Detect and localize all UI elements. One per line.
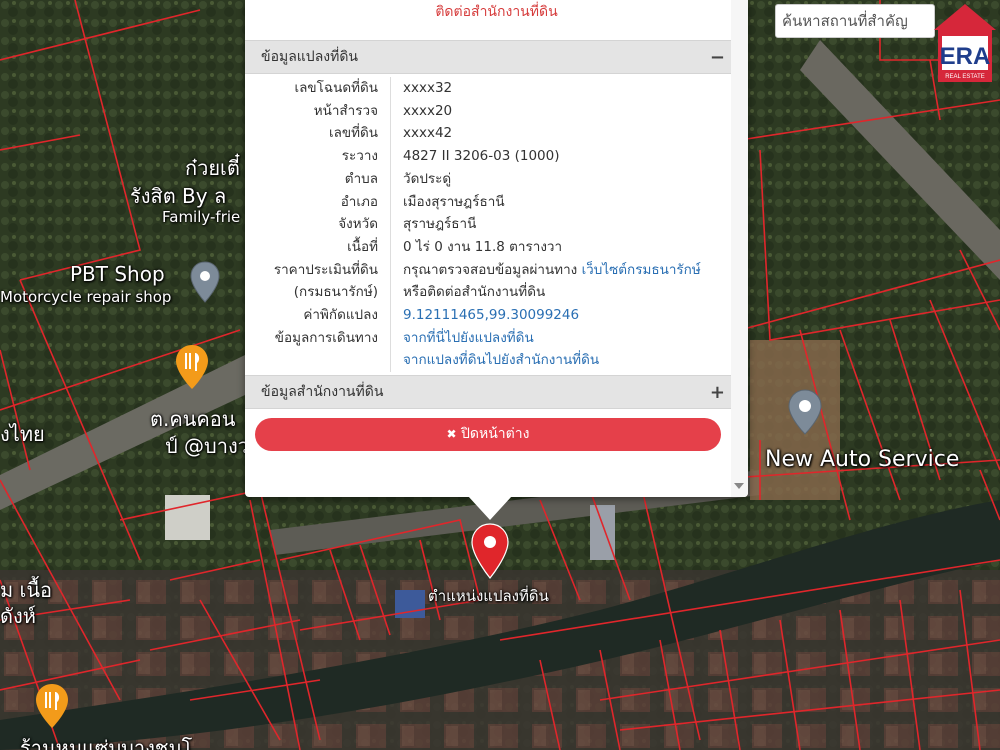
map-label-family: Family-frie [162, 208, 241, 226]
coords-row: ค่าพิกัดแปลง 9.12111465,99.30099246 [245, 304, 731, 327]
restaurant-pin-icon[interactable] [174, 343, 210, 391]
appraisal-row: ราคาประเมินที่ดิน กรุณาตรวจสอบข้อมูลผ่าน… [245, 258, 731, 282]
map-label-motorcycle: Motorcycle repair shop [0, 288, 172, 306]
scroll-down-arrow-icon[interactable] [734, 483, 744, 489]
appraisal-text: กรุณาตรวจสอบข้อมูลผ่านทาง [403, 261, 578, 278]
land-info-section-header[interactable]: ข้อมูลแปลงที่ดิน − [245, 40, 731, 74]
close-button-label: ปิดหน้าต่าง [461, 426, 530, 442]
map-label-new-auto-service[interactable]: New Auto Service [765, 447, 959, 472]
parcel-location-pin-icon[interactable] [470, 522, 510, 580]
treasury-website-link[interactable]: เว็บไซต์กรมธนารักษ์ [582, 262, 701, 278]
travel-row: ข้อมูลการเดินทาง จากที่นี่ไปยังแปลงที่ดิ… [245, 326, 731, 350]
appraisal-row-2: (กรมธนารักษ์) หรือติดต่อสำนักงานที่ดิน [245, 281, 731, 305]
map-label-parcel-location: ตำแหน่งแปลงที่ดิน [428, 587, 549, 605]
restaurant-pin-icon[interactable] [34, 682, 70, 730]
info-row: ตำบล วัดประดู่ [245, 167, 731, 191]
logo-text: ERA [940, 43, 991, 70]
contact-land-office-link[interactable]: ติดต่อสำนักงานที่ดิน [245, 0, 748, 40]
map-label-bottom: ร้านหมูแซ่บบางชมโ [20, 736, 193, 750]
land-info-table: เลขโฉนดที่ดิน xxxx32 หน้าสำรวจ xxxx20 เลขท… [245, 74, 731, 373]
close-icon: ✖ [446, 427, 457, 441]
collapse-icon[interactable]: − [710, 41, 725, 74]
map-label-cafe-2: ป์ @บางว [165, 434, 249, 458]
map-label-left-b: ดังห์ [0, 604, 36, 628]
info-row: เลขที่ดิน xxxx42 [245, 122, 731, 146]
appraisal-text-2: หรือติดต่อสำนักงานที่ดิน [403, 284, 546, 301]
logo-subtext: REAL ESTATE [945, 74, 985, 80]
info-row: หน้าสำรวจ xxxx20 [245, 99, 731, 123]
info-row: เลขโฉนดที่ดิน xxxx32 [245, 77, 731, 100]
appraisal-label-2: (กรมธนารักษ์) [245, 281, 391, 305]
travel-row-2: จากแปลงที่ดินไปยังสำนักงานที่ดิน [245, 349, 731, 373]
coords-link[interactable]: 9.12111465,99.30099246 [403, 307, 579, 323]
appraisal-label: ราคาประเมินที่ดิน [245, 258, 391, 282]
info-row: อำเภอ เมืองสุราษฎร์ธานี [245, 190, 731, 214]
info-row: จังหวัด สุราษฎร์ธานี [245, 213, 731, 236]
office-info-section-header[interactable]: ข้อมูลสำนักงานที่ดิน + [245, 375, 731, 410]
close-window-button[interactable]: ✖ ปิดหน้าต่าง [255, 418, 721, 451]
popup-pointer [468, 496, 512, 520]
info-row: เนื้อที่ 0 ไร่ 0 งาน 11.8 ตารางวา [245, 235, 731, 259]
expand-icon[interactable]: + [710, 376, 725, 409]
place-search-input[interactable]: ค้นหาสถานที่สำคัญ [775, 4, 935, 38]
directions-to-office-link[interactable]: จากแปลงที่ดินไปยังสำนักงานที่ดิน [403, 352, 599, 368]
place-pin-icon[interactable] [189, 260, 221, 304]
travel-label: ข้อมูลการเดินทาง [245, 326, 391, 350]
info-row: ระวาง 4827 II 3206-03 (1000) [245, 145, 731, 168]
era-logo: ERA REAL ESTATE [934, 4, 996, 82]
popup-scrollbar[interactable] [731, 0, 748, 497]
office-info-section-title: ข้อมูลสำนักงานที่ดิน [261, 384, 384, 401]
place-pin-icon[interactable] [787, 388, 823, 436]
land-info-section-title: ข้อมูลแปลงที่ดิน [261, 49, 359, 65]
map-label-thai: งไทย [0, 422, 45, 446]
coords-label: ค่าพิกัดแปลง [245, 304, 391, 327]
directions-to-parcel-link[interactable]: จากที่นี่ไปยังแปลงที่ดิน [403, 330, 534, 346]
land-info-popup: ติดต่อสำนักงานที่ดิน ข้อมูลแปลงที่ดิน − … [245, 0, 748, 497]
map-label-pbt-shop[interactable]: PBT Shop [70, 262, 165, 286]
